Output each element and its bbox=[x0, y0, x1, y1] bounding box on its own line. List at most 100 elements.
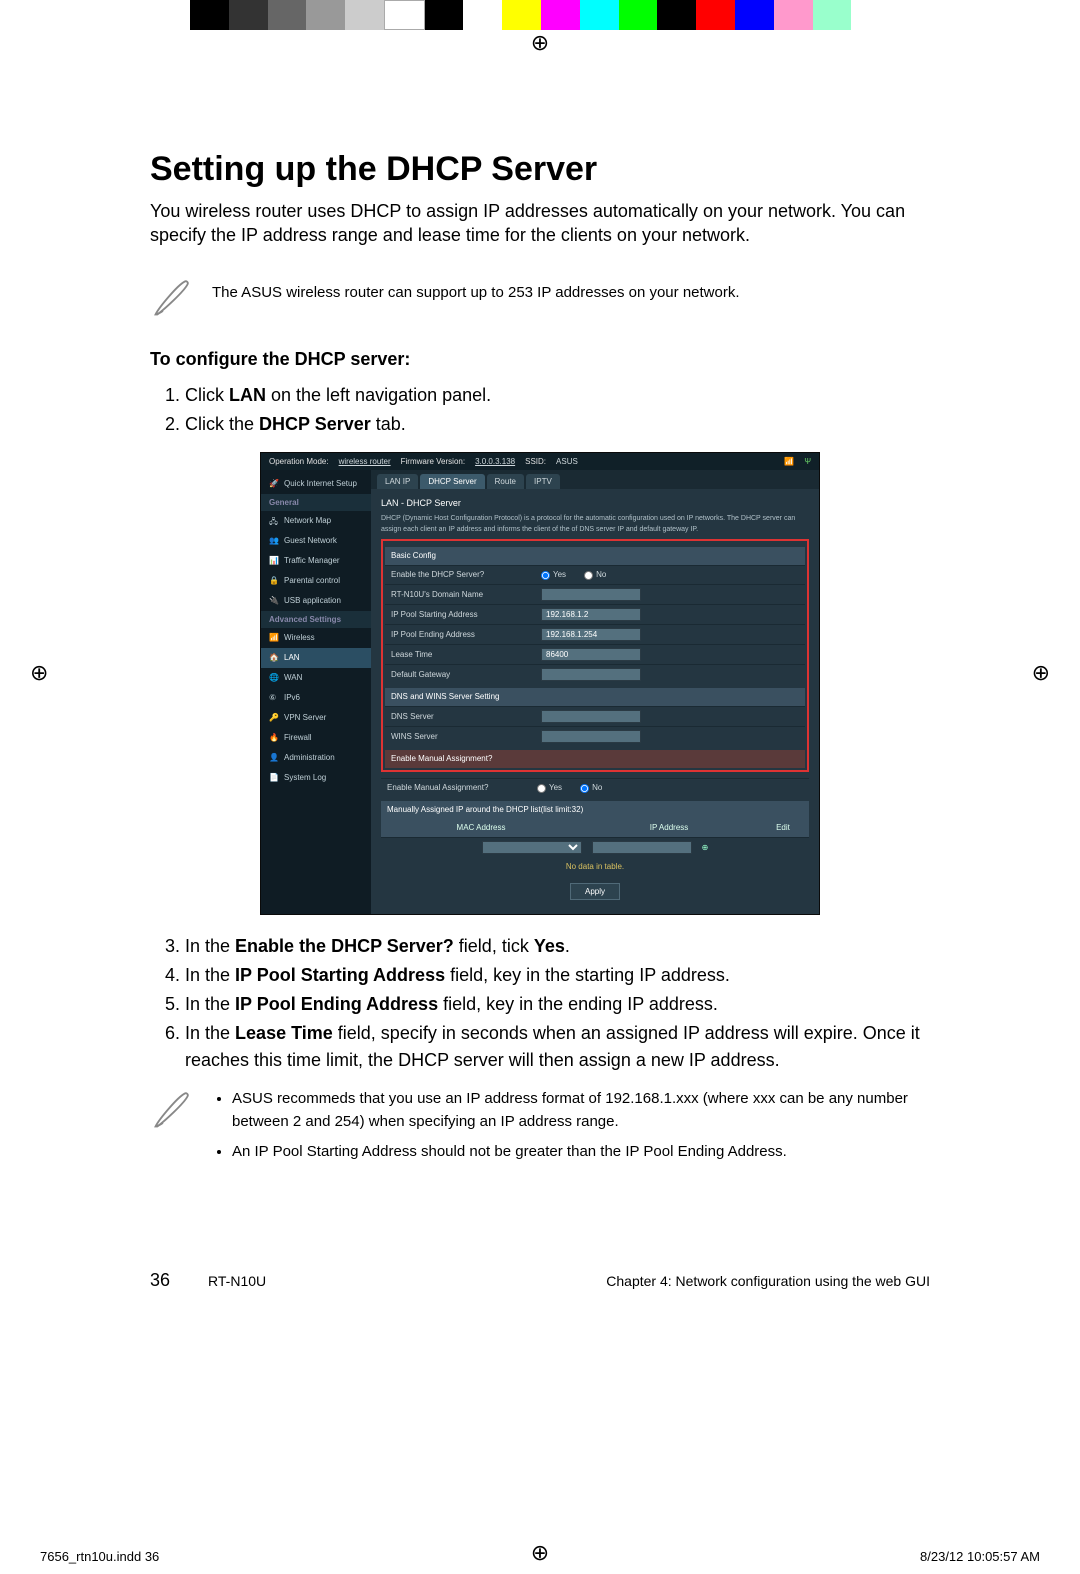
enable-yes-radio[interactable]: Yes bbox=[541, 569, 566, 581]
subheading: To configure the DHCP server: bbox=[150, 349, 930, 370]
wireless-icon: 📶 bbox=[269, 633, 279, 643]
print-metadata: 7656_rtn10u.indd 36 8/23/12 10:05:57 AM bbox=[40, 1549, 1040, 1564]
ip-start-input[interactable] bbox=[541, 608, 641, 621]
assign-columns: MAC Address IP Address Edit bbox=[381, 819, 809, 837]
sidebar-item-label: LAN bbox=[284, 653, 300, 662]
no-data-text: No data in table. bbox=[381, 857, 809, 877]
sidebar-item-wireless[interactable]: 📶 Wireless bbox=[261, 628, 371, 648]
domain-input[interactable] bbox=[541, 588, 641, 601]
sidebar-item-wan[interactable]: 🌐 WAN bbox=[261, 668, 371, 688]
sidebar-general-header: General bbox=[261, 494, 371, 511]
rocket-icon: 🚀 bbox=[269, 479, 279, 489]
manual-enable-field: Enable Manual Assignment? Yes No bbox=[381, 778, 809, 797]
steps-list-a: Click LAN on the left navigation panel.C… bbox=[150, 382, 930, 438]
administration-icon: 👤 bbox=[269, 753, 279, 763]
sidebar-item-system-log[interactable]: 📄 System Log bbox=[261, 768, 371, 788]
sidebar-advanced-header: Advanced Settings bbox=[261, 611, 371, 628]
add-icon[interactable]: ⊕ bbox=[702, 842, 709, 854]
sidebar-item-lan[interactable]: 🏠LAN bbox=[261, 648, 371, 668]
step-item: Click the DHCP Server tab. bbox=[185, 411, 930, 438]
router-sidebar: 🚀 Quick Internet Setup General 🖧Network … bbox=[261, 470, 371, 915]
mac-select[interactable] bbox=[482, 841, 582, 854]
note-bullet: ASUS recommeds that you use an IP addres… bbox=[232, 1088, 930, 1133]
firewall-icon: 🔥 bbox=[269, 733, 279, 743]
tab-route[interactable]: Route bbox=[487, 474, 524, 489]
usb-application-icon: 🔌 bbox=[269, 596, 279, 606]
registration-mark-icon: ⊕ bbox=[1032, 660, 1050, 686]
chapter-label: Chapter 4: Network configuration using t… bbox=[606, 1273, 930, 1289]
lease-input[interactable] bbox=[541, 648, 641, 661]
enable-dhcp-field: Enable the DHCP Server? Yes No bbox=[385, 565, 805, 584]
sidebar-item-label: Wireless bbox=[284, 633, 315, 642]
sidebar-item-label: Firewall bbox=[284, 733, 312, 742]
steps-list-b: In the Enable the DHCP Server? field, ti… bbox=[150, 933, 930, 1074]
sidebar-item-firewall[interactable]: 🔥 Firewall bbox=[261, 728, 371, 748]
sidebar-item-label: Traffic Manager bbox=[284, 556, 340, 565]
ip-assign-input[interactable] bbox=[592, 841, 692, 854]
apply-button[interactable]: Apply bbox=[570, 883, 620, 900]
sidebar-item-label: Parental control bbox=[284, 576, 340, 585]
note-bullets: ASUS recommeds that you use an IP addres… bbox=[212, 1088, 930, 1172]
step-item: In the IP Pool Starting Address field, k… bbox=[185, 962, 930, 989]
router-screenshot: Operation Mode: wireless router Firmware… bbox=[260, 452, 820, 916]
router-topbar: Operation Mode: wireless router Firmware… bbox=[261, 453, 819, 470]
ip-end-input[interactable] bbox=[541, 628, 641, 641]
sidebar-item-guest-network[interactable]: 👥 Guest Network bbox=[261, 531, 371, 551]
sidebar-item-label: WAN bbox=[284, 673, 302, 682]
sidebar-item-label: System Log bbox=[284, 773, 326, 782]
quick-setup-item[interactable]: 🚀 Quick Internet Setup bbox=[261, 474, 371, 494]
manual-no-radio[interactable]: No bbox=[580, 782, 602, 794]
gateway-input[interactable] bbox=[541, 668, 641, 681]
sidebar-item-ipv6[interactable]: ⑥ IPv6 bbox=[261, 688, 371, 708]
sidebar-item-label: Administration bbox=[284, 753, 335, 762]
page-number: 36 bbox=[150, 1270, 170, 1291]
sidebar-item-label: IPv6 bbox=[284, 693, 300, 702]
sidebar-item-administration[interactable]: 👤 Administration bbox=[261, 748, 371, 768]
sidebar-item-label: USB application bbox=[284, 596, 341, 605]
dns-input[interactable] bbox=[541, 710, 641, 723]
manual-assign-header: Enable Manual Assignment? bbox=[385, 750, 805, 768]
sidebar-item-label: Network Map bbox=[284, 516, 331, 525]
pen-note-icon bbox=[150, 276, 194, 325]
manual-yes-radio[interactable]: Yes bbox=[537, 782, 562, 794]
ipv6-icon: ⑥ bbox=[269, 693, 279, 703]
basic-config-header: Basic Config bbox=[385, 547, 805, 565]
sidebar-item-vpn-server[interactable]: 🔑 VPN Server bbox=[261, 708, 371, 728]
vpn-server-icon: 🔑 bbox=[269, 713, 279, 723]
sidebar-item-traffic-manager[interactable]: 📊 Traffic Manager bbox=[261, 551, 371, 571]
wins-input[interactable] bbox=[541, 730, 641, 743]
panel-description: DHCP (Dynamic Host Configuration Protoco… bbox=[381, 514, 809, 535]
sidebar-item-label: Guest Network bbox=[284, 536, 337, 545]
panel-title: LAN - DHCP Server bbox=[381, 497, 809, 511]
note-bullet: An IP Pool Starting Address should not b… bbox=[232, 1141, 930, 1164]
page-footer: 36 RT-N10U Chapter 4: Network configurat… bbox=[150, 1270, 930, 1291]
sidebar-item-usb-application[interactable]: 🔌 USB application bbox=[261, 591, 371, 611]
assign-list-header: Manually Assigned IP around the DHCP lis… bbox=[381, 801, 809, 819]
dns-wins-header: DNS and WINS Server Setting bbox=[385, 688, 805, 706]
step-item: In the IP Pool Ending Address field, key… bbox=[185, 991, 930, 1018]
registration-mark-icon: ⊕ bbox=[30, 660, 48, 686]
sidebar-item-network-map[interactable]: 🖧Network Map bbox=[261, 511, 371, 531]
sidebar-item-parental-control[interactable]: 🔒 Parental control bbox=[261, 571, 371, 591]
intro-text: You wireless router uses DHCP to assign … bbox=[150, 199, 930, 248]
signal-icon: 📶 bbox=[784, 457, 794, 466]
indd-filename: 7656_rtn10u.indd 36 bbox=[40, 1549, 159, 1564]
highlight-box: Basic Config Enable the DHCP Server? Yes… bbox=[381, 539, 809, 772]
step-item: In the Enable the DHCP Server? field, ti… bbox=[185, 933, 930, 960]
wan-icon: 🌐 bbox=[269, 673, 279, 683]
page-title: Setting up the DHCP Server bbox=[150, 150, 930, 189]
traffic-manager-icon: 📊 bbox=[269, 556, 279, 566]
print-timestamp: 8/23/12 10:05:57 AM bbox=[920, 1549, 1040, 1564]
enable-no-radio[interactable]: No bbox=[584, 569, 606, 581]
step-item: Click LAN on the left navigation panel. bbox=[185, 382, 930, 409]
step-item: In the Lease Time field, specify in seco… bbox=[185, 1020, 930, 1074]
tab-dhcp-server[interactable]: DHCP Server bbox=[420, 474, 484, 489]
sidebar-item-label: VPN Server bbox=[284, 713, 326, 722]
parental-control-icon: 🔒 bbox=[269, 576, 279, 586]
system-log-icon: 📄 bbox=[269, 773, 279, 783]
guest-network-icon: 👥 bbox=[269, 536, 279, 546]
usb-icon: Ψ bbox=[804, 457, 811, 466]
tab-iptv[interactable]: IPTV bbox=[526, 474, 560, 489]
model-name: RT-N10U bbox=[208, 1273, 266, 1289]
tab-lan-ip[interactable]: LAN IP bbox=[377, 474, 418, 489]
